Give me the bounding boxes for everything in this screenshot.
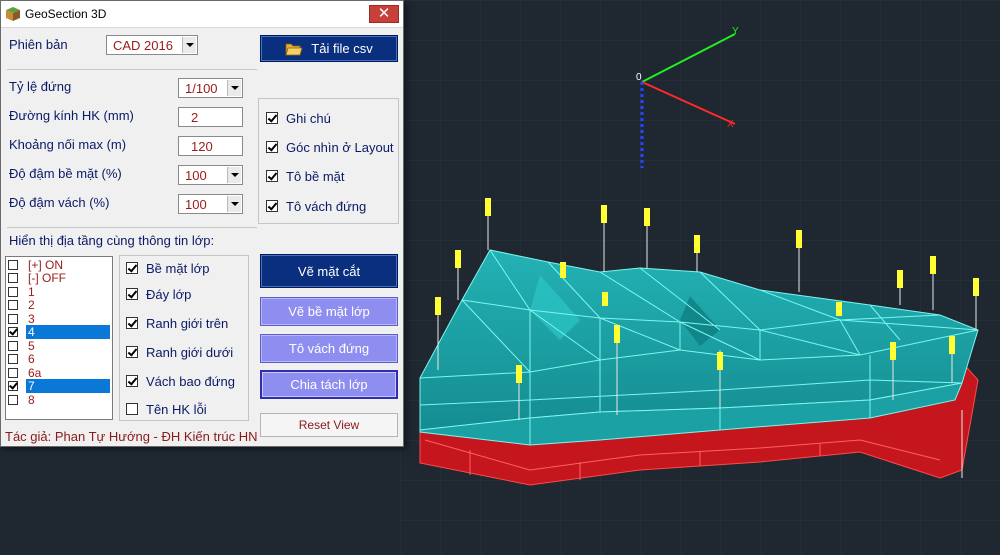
layer-checkbox[interactable]	[8, 381, 18, 391]
max-join-distance-label: Khoảng nối max (m)	[9, 137, 127, 152]
layers-heading: Hiển thị địa tầng cùng thông tin lớp:	[9, 233, 215, 248]
layer-list-item[interactable]: [-] OFF	[6, 271, 110, 285]
layer-item-label: 6	[28, 352, 35, 366]
load-csv-button[interactable]: Tải file csv	[260, 35, 398, 62]
borehole-diameter-label: Đường kính HK (mm)	[9, 108, 134, 123]
max-join-distance-input[interactable]: 120	[178, 136, 243, 156]
layer-checkbox[interactable]	[8, 300, 18, 310]
version-label: Phiên bản	[9, 37, 68, 52]
wall-opacity-label: Độ đậm vách (%)	[9, 195, 110, 210]
vertical-scale-label: Tỷ lệ đứng	[9, 79, 72, 94]
layer-item-label: 6a	[28, 366, 42, 380]
layer-item-label: 4	[26, 325, 110, 339]
layer-item-label: 2	[28, 298, 35, 312]
info-checkbox[interactable]	[126, 262, 138, 274]
wall-opacity-select[interactable]: 100	[178, 194, 243, 214]
layer-list-item[interactable]: 7	[6, 379, 110, 393]
info-label: Ranh giới trên	[146, 316, 229, 331]
option-checkbox[interactable]	[266, 200, 278, 212]
info-checkbox[interactable]	[126, 346, 138, 358]
draw-layer-surface-button[interactable]: Vẽ bề mặt lớp	[260, 297, 398, 326]
info-label: Vách bao đứng	[146, 374, 235, 389]
layer-checkbox[interactable]	[8, 273, 18, 283]
split-layers-button[interactable]: Chia tách lớp	[260, 370, 398, 399]
chevron-down-icon[interactable]	[227, 167, 241, 183]
layer-checkbox[interactable]	[8, 314, 18, 324]
info-label: Ranh giới dưới	[146, 345, 234, 360]
layer-checkbox[interactable]	[8, 287, 18, 297]
info-checkbox[interactable]	[126, 288, 138, 300]
layer-list[interactable]: [+] ON [-] OFF 1 2 3 4 5 6 6a 7 8	[5, 256, 113, 420]
info-label: Đáy lớp	[146, 287, 192, 302]
layer-list-item[interactable]: 4	[6, 325, 110, 339]
author-credit: Tác giả: Phan Tự Hướng - ĐH Kiến trúc HN	[5, 429, 258, 444]
x-axis-label: X	[727, 119, 734, 130]
layer-checkbox[interactable]	[8, 368, 18, 378]
layer-checkbox[interactable]	[8, 260, 18, 270]
reset-view-button[interactable]: Reset View	[260, 413, 398, 437]
layer-item-label: 3	[28, 312, 35, 326]
layer-checkbox[interactable]	[8, 327, 18, 337]
divider	[7, 69, 257, 70]
load-csv-label: Tải file csv	[311, 41, 373, 56]
wall-opacity-value: 100	[185, 197, 207, 212]
layer-checkbox[interactable]	[8, 354, 18, 364]
version-select-value: CAD 2016	[113, 38, 173, 53]
layer-item-label: 8	[28, 393, 35, 407]
divider	[7, 227, 257, 228]
draw-section-button[interactable]: Vẽ mặt cắt	[260, 254, 398, 288]
layer-item-label: 5	[28, 339, 35, 353]
layer-list-item[interactable]: 8	[6, 393, 110, 407]
folder-open-icon	[285, 43, 303, 55]
layer-item-label: 1	[28, 285, 35, 299]
vertical-scale-value: 1/100	[185, 81, 218, 96]
borehole-diameter-input[interactable]: 2	[178, 107, 243, 127]
version-select[interactable]: CAD 2016	[106, 35, 198, 55]
layer-item-label: 7	[26, 379, 110, 393]
geosection-dialog: GeoSection 3D ✕ Phiên bản CAD 2016 Tải f…	[0, 0, 404, 447]
option-label: Góc nhìn ở Layout	[286, 140, 394, 155]
layer-checkbox[interactable]	[8, 341, 18, 351]
info-label: Tên HK lỗi	[146, 402, 207, 417]
fill-walls-button[interactable]: Tô vách đứng	[260, 334, 398, 363]
y-axis-label: Y	[732, 26, 739, 37]
window-title: GeoSection 3D	[25, 7, 107, 21]
option-checkbox[interactable]	[266, 170, 278, 182]
geosection-app-icon	[6, 7, 20, 21]
axis-origin-label: 0	[636, 72, 642, 83]
vertical-scale-select[interactable]: 1/100	[178, 78, 243, 98]
layer-list-item[interactable]: 2	[6, 298, 110, 312]
surface-opacity-value: 100	[185, 168, 207, 183]
chevron-down-icon[interactable]	[227, 196, 241, 212]
layer-item-label: [-] OFF	[28, 271, 66, 285]
option-label: Tô vách đứng	[286, 199, 367, 214]
option-label: Ghi chú	[286, 111, 331, 126]
layer-list-item[interactable]: 6	[6, 352, 110, 366]
info-checkbox[interactable]	[126, 403, 138, 415]
layer-checkbox[interactable]	[8, 395, 18, 405]
option-label: Tô bề mặt	[286, 169, 345, 184]
info-checkbox[interactable]	[126, 375, 138, 387]
surface-opacity-label: Độ đậm bề mặt (%)	[9, 166, 122, 181]
option-checkbox[interactable]	[266, 141, 278, 153]
close-button[interactable]: ✕	[369, 5, 399, 23]
surface-opacity-select[interactable]: 100	[178, 165, 243, 185]
layer-info-panel	[119, 255, 249, 421]
chevron-down-icon[interactable]	[227, 80, 241, 96]
layer-item-label: [+] ON	[28, 258, 64, 272]
chevron-down-icon[interactable]	[182, 37, 196, 53]
option-checkbox[interactable]	[266, 112, 278, 124]
title-bar: GeoSection 3D ✕	[1, 1, 403, 28]
info-checkbox[interactable]	[126, 317, 138, 329]
info-label: Bề mặt lớp	[146, 261, 210, 276]
